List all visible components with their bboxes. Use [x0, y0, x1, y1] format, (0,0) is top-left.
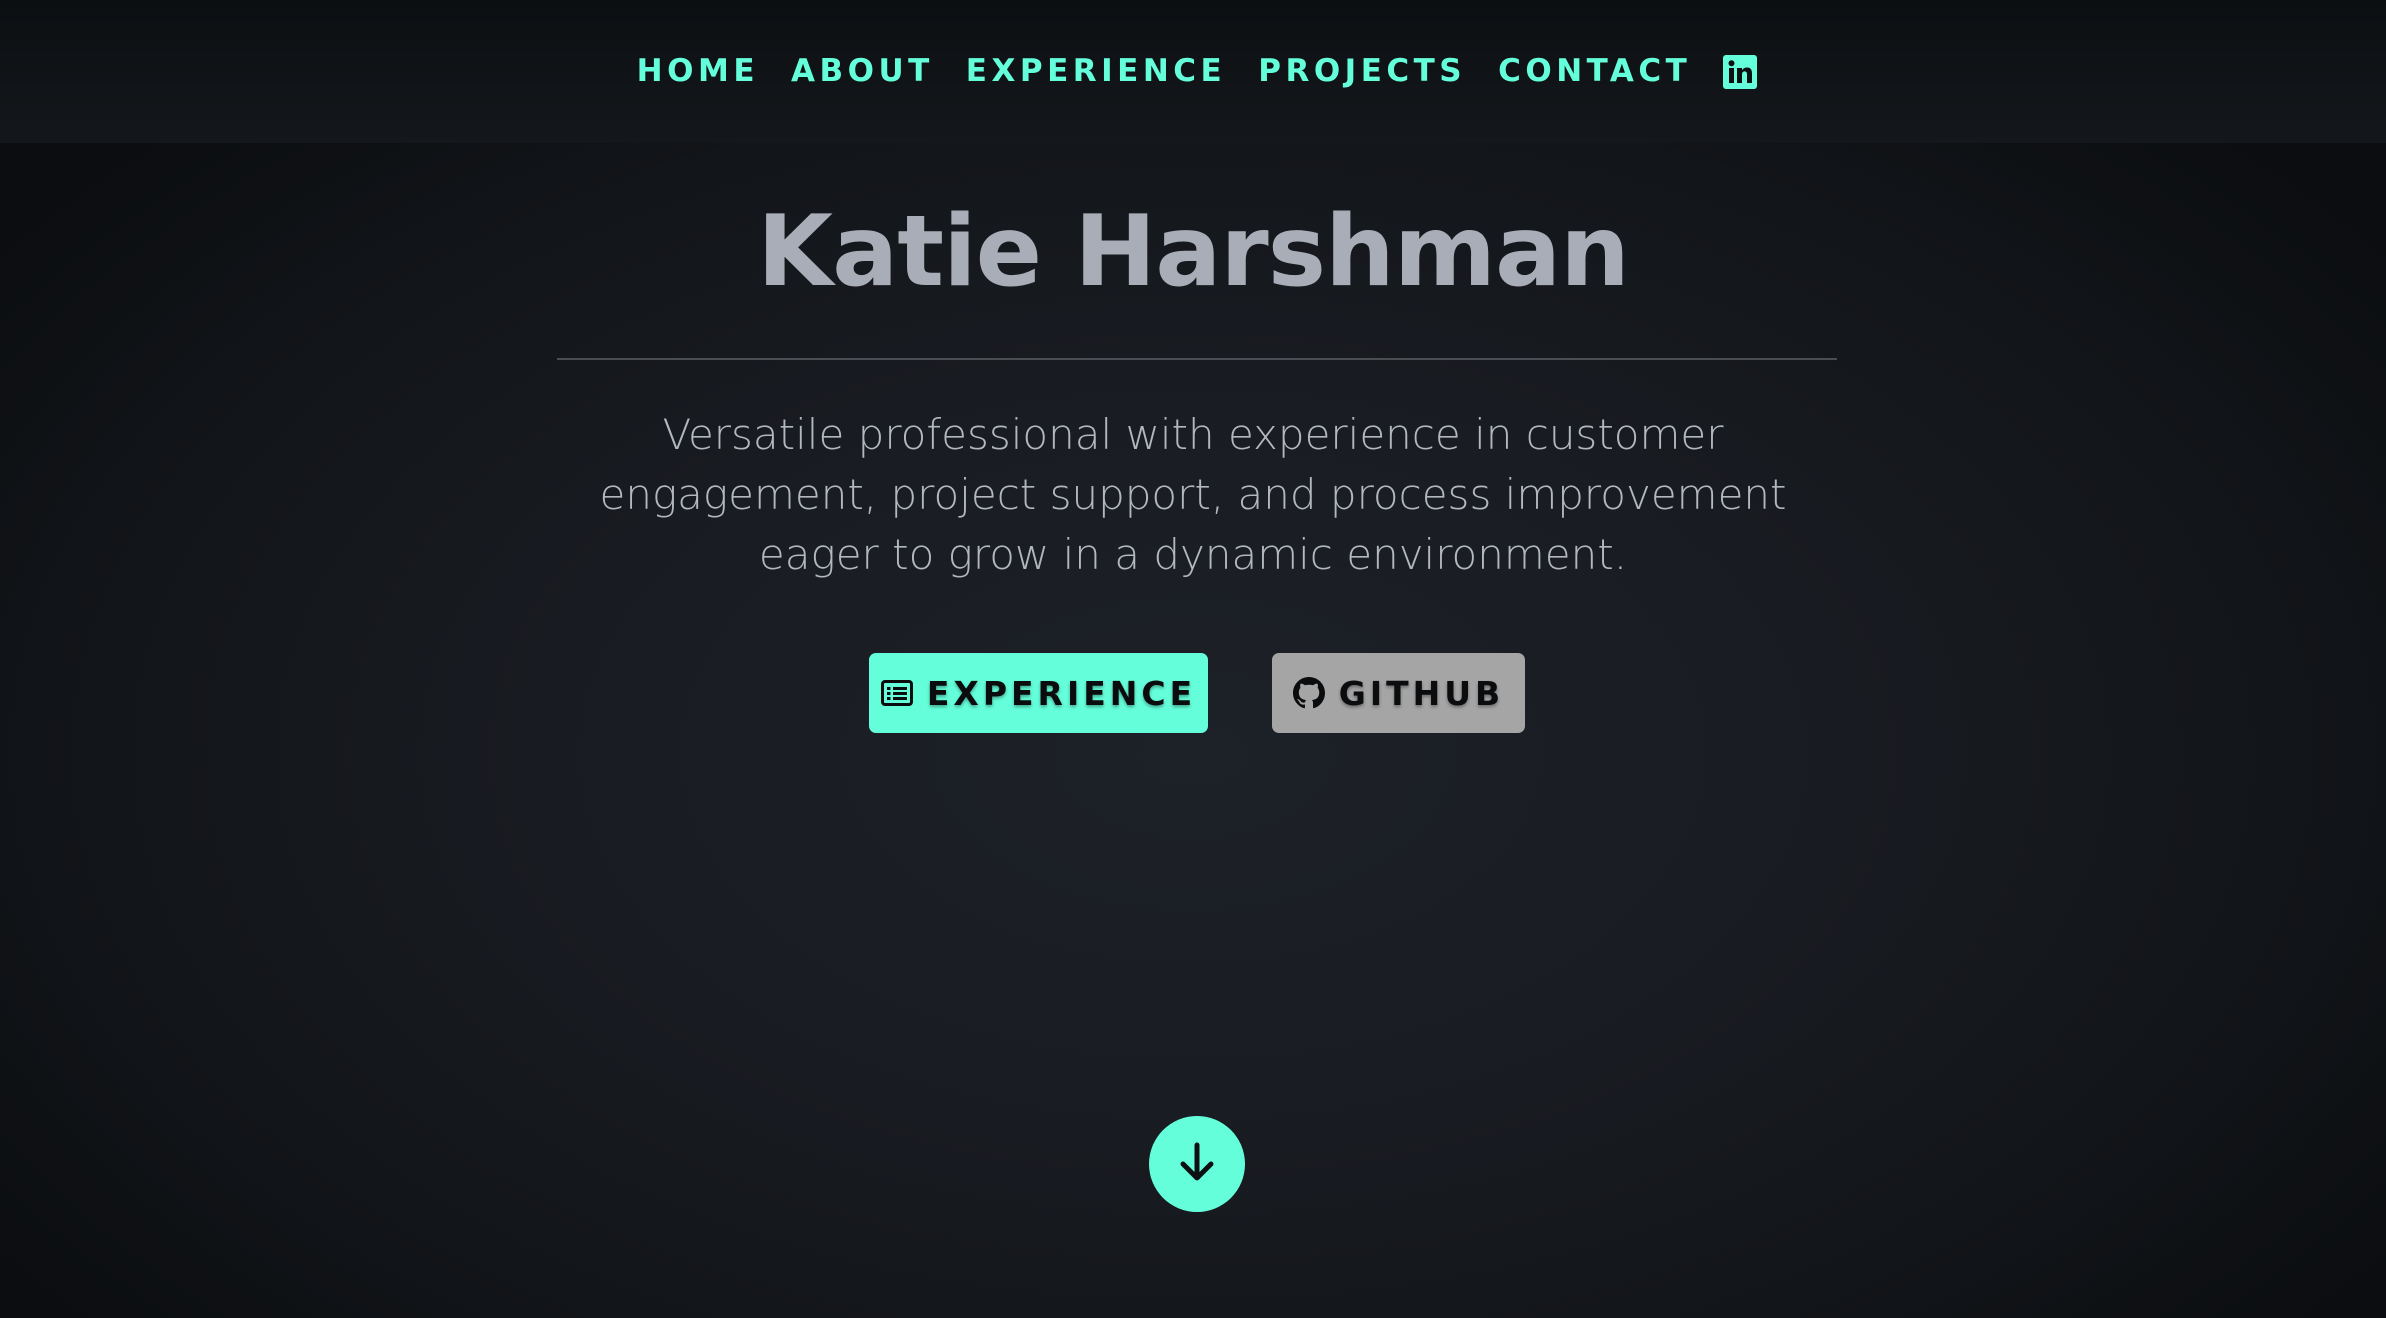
nav-link-experience[interactable]: EXPERIENCE — [966, 56, 1226, 87]
nav-link-projects[interactable]: PROJECTS — [1258, 56, 1466, 87]
github-button-label: GITHUB — [1338, 673, 1505, 713]
top-navbar: HOME ABOUT EXPERIENCE PROJECTS CONTACT — [0, 0, 2386, 143]
tagline: Versatile professional with experience i… — [599, 410, 1787, 579]
nav-link-about[interactable]: ABOUT — [791, 56, 934, 87]
linkedin-icon[interactable] — [1723, 54, 1758, 89]
scroll-down-button[interactable] — [1149, 1116, 1245, 1212]
github-button[interactable]: GITHUB — [1272, 653, 1525, 733]
nav-links: HOME ABOUT EXPERIENCE PROJECTS CONTACT — [637, 54, 1758, 89]
experience-button-label: EXPERIENCE — [926, 673, 1197, 713]
arrow-down-icon — [1171, 1136, 1223, 1192]
nav-link-home[interactable]: HOME — [637, 56, 759, 87]
experience-button[interactable]: EXPERIENCE — [869, 653, 1208, 733]
title-divider — [557, 358, 1837, 360]
page-title: Katie Harshman — [757, 195, 1630, 309]
nav-link-contact[interactable]: CONTACT — [1498, 56, 1691, 87]
list-alt-icon — [880, 680, 913, 706]
hero-section: Katie Harshman Versatile professional wi… — [0, 143, 2386, 1318]
github-icon — [1292, 677, 1325, 709]
